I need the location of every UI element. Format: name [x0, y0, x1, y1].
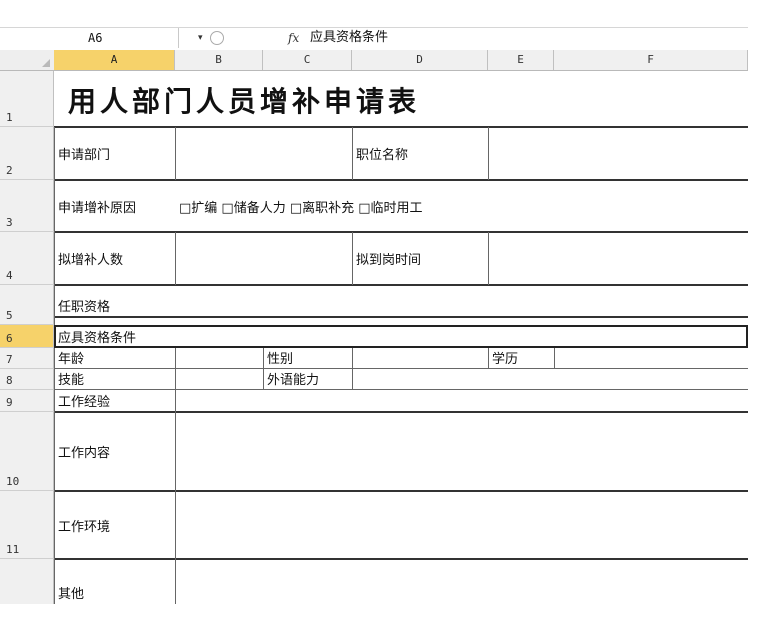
- row-header[interactable]: 5: [0, 285, 54, 325]
- cell-d2[interactable]: 职位名称: [352, 127, 488, 180]
- cell-c7[interactable]: 性别: [263, 348, 352, 369]
- column-header-b[interactable]: B: [175, 50, 263, 70]
- row-header[interactable]: 3: [0, 180, 54, 232]
- grid-line: [175, 232, 176, 285]
- cell-e7[interactable]: 学历: [488, 348, 554, 369]
- formula-bar: A6 ▾ fx 应具资格条件: [0, 27, 748, 51]
- column-header-d[interactable]: D: [352, 50, 488, 70]
- row-header[interactable]: 8: [0, 369, 54, 390]
- formula-area: ▾ fx 应具资格条件: [178, 28, 748, 48]
- cell-a4[interactable]: 拟增补人数: [54, 232, 175, 285]
- active-cell-selection: [54, 325, 748, 348]
- insert-function-icon[interactable]: fx: [288, 28, 299, 48]
- row-header[interactable]: 2: [0, 127, 54, 180]
- column-header-a[interactable]: A: [54, 50, 175, 70]
- row-header[interactable]: 10: [0, 412, 54, 491]
- row-header[interactable]: 6: [0, 325, 54, 348]
- row-header[interactable]: 9: [0, 390, 54, 412]
- row-header[interactable]: [0, 559, 54, 604]
- grid-line: [175, 127, 176, 180]
- cell-a12[interactable]: 其他: [54, 559, 175, 604]
- cell-a11[interactable]: 工作环境: [54, 491, 175, 559]
- name-box-dropdown-icon[interactable]: ▾: [198, 28, 203, 48]
- cell-d4[interactable]: 拟到岗时间: [352, 232, 488, 285]
- cell-a9[interactable]: 工作经验: [54, 390, 175, 412]
- formula-input[interactable]: 应具资格条件: [310, 28, 388, 48]
- cell-a2[interactable]: 申请部门: [54, 127, 175, 180]
- grid-line: [175, 348, 176, 604]
- cell-c8[interactable]: 外语能力: [263, 369, 352, 390]
- sheet-title: 用人部门人员增补申请表: [68, 85, 421, 118]
- cell-a8[interactable]: 技能: [54, 369, 175, 390]
- column-header-bar: A B C D E F: [0, 50, 748, 71]
- grid-line: [488, 127, 489, 180]
- row-header[interactable]: 4: [0, 232, 54, 285]
- column-header-f[interactable]: F: [554, 50, 748, 70]
- row-header[interactable]: 1: [0, 71, 54, 127]
- name-box-value: A6: [88, 31, 103, 45]
- grid-line: [488, 232, 489, 285]
- name-box[interactable]: A6: [0, 28, 179, 48]
- cell-b3-options[interactable]: □扩编 □储备人力 □离职补充 □临时用工: [175, 180, 748, 232]
- grid-line: [352, 348, 353, 390]
- cell-a5[interactable]: 任职资格: [54, 285, 354, 317]
- column-header-c[interactable]: C: [263, 50, 352, 70]
- cell-a3[interactable]: 申请增补原因: [54, 180, 175, 232]
- row-header[interactable]: 7: [0, 348, 54, 369]
- row-header[interactable]: 11: [0, 491, 54, 559]
- grid-line: [554, 348, 555, 369]
- cell-a10[interactable]: 工作内容: [54, 412, 175, 491]
- cell-a7[interactable]: 年龄: [54, 348, 175, 369]
- select-all-button[interactable]: [0, 50, 55, 70]
- column-header-e[interactable]: E: [488, 50, 554, 70]
- cancel-icon[interactable]: [210, 31, 224, 45]
